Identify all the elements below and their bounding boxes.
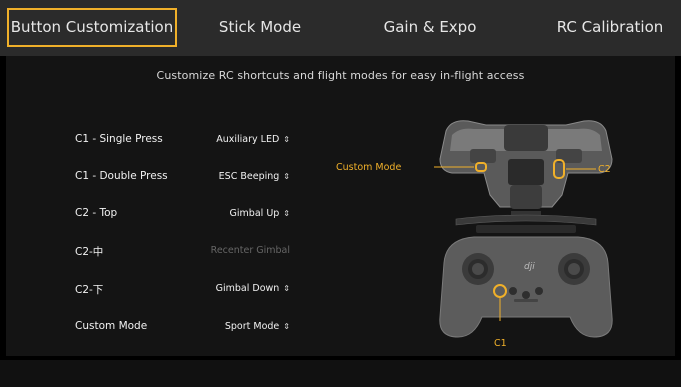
- select-c2-middle: Recenter Gimbal: [211, 245, 290, 256]
- main-panel: Customize RC shortcuts and flight modes …: [6, 56, 675, 356]
- callout-custom-mode: Custom Mode: [336, 162, 402, 173]
- dropdown-icon: ⇕: [283, 284, 290, 293]
- select-value: Recenter Gimbal: [210, 245, 290, 256]
- tab-bar: Button Customization Stick Mode Gain & E…: [0, 0, 681, 56]
- page-subtitle: Customize RC shortcuts and flight modes …: [156, 69, 525, 82]
- row-label-c2-bottom: C2-下: [75, 284, 104, 296]
- row-label-custom-mode: Custom Mode: [75, 320, 148, 332]
- tab-rc-calibration[interactable]: RC Calibration: [545, 8, 675, 47]
- tab-gain-expo[interactable]: Gain & Expo: [375, 8, 485, 47]
- row-label-c1-double: C1 - Double Press: [75, 170, 168, 182]
- bottom-bar: [0, 360, 681, 387]
- tab-button-customization[interactable]: Button Customization: [7, 8, 177, 47]
- select-value: Auxiliary LED: [216, 134, 280, 145]
- dropdown-icon: ⇕: [283, 322, 290, 331]
- dropdown-icon: ⇕: [283, 172, 290, 181]
- dji-logo: dji: [524, 262, 535, 272]
- select-value: Gimbal Up: [229, 208, 280, 219]
- select-c1-double-press[interactable]: ESC Beeping ⇕: [219, 171, 290, 182]
- dropdown-icon: ⇕: [283, 135, 290, 144]
- row-label-c2-middle: C2-中: [75, 246, 104, 258]
- dropdown-icon: ⇕: [283, 209, 290, 218]
- callout-c2: C2: [598, 164, 611, 175]
- select-custom-mode[interactable]: Sport Mode ⇕: [225, 321, 290, 332]
- callout-c1: C1: [494, 338, 507, 349]
- select-c2-bottom[interactable]: Gimbal Down ⇕: [216, 283, 290, 294]
- controller-screen-holder: [455, 211, 597, 233]
- select-c1-single-press[interactable]: Auxiliary LED ⇕: [216, 134, 290, 145]
- tab-stick-mode[interactable]: Stick Mode: [205, 8, 315, 47]
- select-value: Gimbal Down: [215, 283, 280, 294]
- select-c2-top[interactable]: Gimbal Up ⇕: [230, 208, 290, 219]
- select-value: ESC Beeping: [218, 171, 280, 182]
- select-value: Sport Mode: [224, 321, 280, 332]
- controller-front-view: dji: [439, 236, 613, 338]
- row-label-c2-top: C2 - Top: [75, 207, 118, 219]
- row-label-c1-single: C1 - Single Press: [75, 133, 163, 145]
- controller-top-view: [439, 120, 613, 209]
- controller-diagram: dji: [434, 120, 613, 338]
